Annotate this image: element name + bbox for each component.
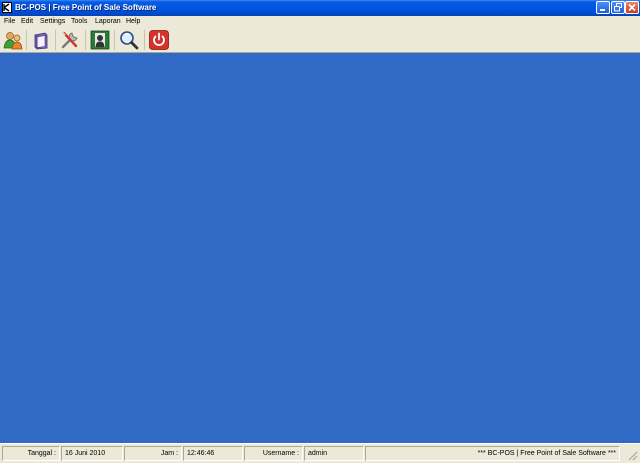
date-label: Tanggal :	[2, 446, 60, 461]
minimize-button[interactable]	[596, 1, 610, 14]
toolbar-separator	[55, 30, 56, 50]
toolbar-separator	[26, 30, 27, 50]
search-magnifier-icon	[120, 31, 139, 50]
users-button[interactable]	[2, 29, 24, 51]
toolbar	[0, 27, 640, 53]
menu-settings[interactable]: Settings	[40, 16, 65, 27]
exit-button[interactable]	[148, 29, 170, 51]
close-button[interactable]	[625, 1, 639, 14]
tools-icon	[61, 31, 78, 49]
main-workspace	[0, 53, 640, 443]
menu-edit[interactable]: Edit	[21, 16, 33, 27]
footer-text: *** BC-POS | Free Point of Sale Software…	[365, 446, 620, 461]
window-title: BC-POS | Free Point of Sale Software	[15, 3, 157, 12]
power-exit-icon	[149, 30, 169, 50]
menu-laporan[interactable]: Laporan	[95, 16, 121, 27]
title-bar[interactable]: BC-POS | Free Point of Sale Software	[0, 0, 640, 16]
report-icon	[90, 30, 110, 50]
status-bar: Tanggal : 16 Juni 2010 Jam : 12:46:46 Us…	[0, 443, 640, 463]
close-icon	[628, 3, 636, 12]
resize-grip-icon[interactable]	[626, 449, 638, 461]
menu-tools[interactable]: Tools	[71, 16, 87, 27]
product-button[interactable]	[30, 29, 52, 51]
users-icon	[3, 32, 23, 50]
report-button[interactable]	[89, 29, 111, 51]
toolbar-separator	[114, 30, 115, 50]
user-value: admin	[304, 446, 364, 461]
app-icon[interactable]	[2, 2, 12, 13]
search-button[interactable]	[118, 29, 140, 51]
user-label: Username :	[244, 446, 303, 461]
product-box-icon	[34, 32, 48, 50]
time-label: Jam :	[124, 446, 182, 461]
time-value: 12:46:46	[183, 446, 243, 461]
toolbar-separator	[85, 30, 86, 50]
menu-file[interactable]: File	[4, 16, 15, 27]
toolbar-separator	[144, 30, 145, 50]
date-value: 16 Juni 2010	[61, 446, 123, 461]
menu-bar: File Edit Settings Tools Laporan Help	[0, 16, 640, 27]
minimize-icon	[600, 9, 605, 11]
maximize-button[interactable]	[611, 1, 625, 14]
maximize-icon	[614, 3, 622, 12]
tools-button[interactable]	[59, 29, 81, 51]
menu-help[interactable]: Help	[126, 16, 140, 27]
